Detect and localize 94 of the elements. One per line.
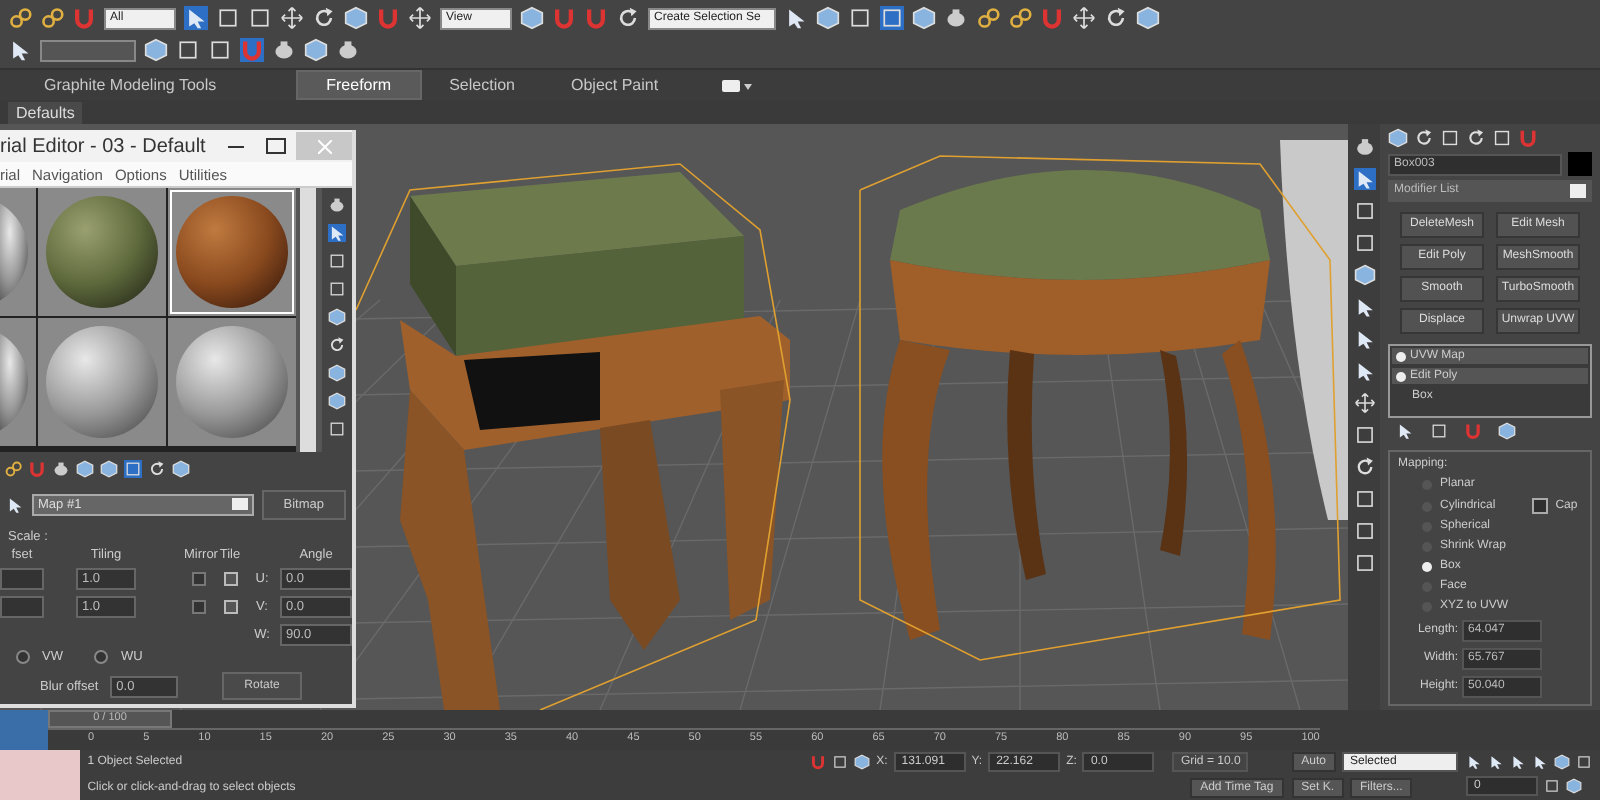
cube-icon[interactable] xyxy=(816,6,840,30)
square-icon[interactable] xyxy=(328,279,346,298)
teapot-icon[interactable] xyxy=(944,6,968,30)
cursor-icon[interactable] xyxy=(1353,360,1375,382)
link-icon[interactable] xyxy=(4,460,22,479)
ribbon-tab[interactable]: Freeform xyxy=(296,70,422,100)
cube-icon[interactable] xyxy=(520,6,544,30)
rotate-icon[interactable] xyxy=(328,335,346,354)
cursor-icon[interactable] xyxy=(6,496,24,515)
cursor-icon[interactable] xyxy=(184,6,208,30)
cube-icon[interactable] xyxy=(1498,422,1516,440)
material-sphere[interactable] xyxy=(176,195,288,308)
rotate-icon[interactable] xyxy=(312,6,336,30)
stool-drawing[interactable] xyxy=(1280,140,1348,520)
link-icon[interactable] xyxy=(976,6,1000,30)
checkbox[interactable] xyxy=(191,600,205,615)
rotate-icon[interactable] xyxy=(1466,128,1486,148)
teapot-icon[interactable] xyxy=(1353,136,1375,158)
move-icon[interactable] xyxy=(1353,392,1375,414)
stool-drawing[interactable] xyxy=(400,172,790,710)
radio-button[interactable] xyxy=(16,650,30,665)
cube-icon[interactable] xyxy=(328,307,346,326)
square-icon[interactable] xyxy=(1353,232,1375,254)
ribbon-tab[interactable]: Selection xyxy=(421,70,543,100)
square-icon[interactable] xyxy=(1576,753,1592,770)
teapot-icon[interactable] xyxy=(52,460,70,479)
cursor-icon[interactable] xyxy=(1353,296,1375,318)
square-icon[interactable] xyxy=(1353,552,1375,574)
rotate-icon[interactable] xyxy=(1104,6,1128,30)
square-icon[interactable] xyxy=(124,460,142,479)
window-title: rial Editor - 03 - Default xyxy=(0,135,206,158)
scrollbar[interactable] xyxy=(300,187,316,453)
square-icon[interactable] xyxy=(1353,200,1375,222)
cursor-icon[interactable] xyxy=(1353,168,1375,190)
cube-icon[interactable] xyxy=(912,6,936,30)
title-bar[interactable]: rial Editor - 03 - Default xyxy=(0,130,352,163)
square-icon[interactable] xyxy=(1353,520,1375,542)
square-icon[interactable] xyxy=(880,6,904,30)
ribbon-tab[interactable]: Object Paint xyxy=(543,70,687,100)
material-sphere[interactable] xyxy=(46,325,158,438)
teapot-icon[interactable] xyxy=(336,38,360,62)
cube-icon[interactable] xyxy=(172,460,190,479)
checkbox[interactable] xyxy=(223,600,237,615)
square-icon[interactable] xyxy=(176,38,200,62)
link-icon[interactable] xyxy=(40,6,64,30)
cube-icon[interactable] xyxy=(304,38,328,62)
cursor-icon[interactable] xyxy=(1353,328,1375,350)
object-color-swatch[interactable] xyxy=(1568,152,1592,176)
teapot-icon[interactable] xyxy=(328,195,346,214)
cube-icon[interactable] xyxy=(1388,128,1408,148)
square-icon[interactable] xyxy=(328,419,346,438)
move-icon[interactable] xyxy=(408,6,432,30)
radio-button[interactable] xyxy=(1422,562,1432,572)
square-icon[interactable] xyxy=(328,251,346,270)
checkbox[interactable] xyxy=(191,572,205,587)
rotate-icon[interactable] xyxy=(148,460,166,479)
cube-icon[interactable] xyxy=(1353,264,1375,286)
rotate-icon[interactable] xyxy=(1353,456,1375,478)
ribbon-panel-label: Defaults xyxy=(8,101,83,123)
number-field[interactable] xyxy=(0,596,44,619)
square-icon[interactable] xyxy=(1353,488,1375,510)
cursor-icon[interactable] xyxy=(784,6,808,30)
cube-icon[interactable] xyxy=(344,6,368,30)
square-icon[interactable] xyxy=(248,6,272,30)
link-icon[interactable] xyxy=(1008,6,1032,30)
teapot-icon[interactable] xyxy=(272,38,296,62)
cursor-icon[interactable] xyxy=(328,223,346,242)
cube-icon[interactable] xyxy=(854,754,871,771)
number-field[interactable] xyxy=(0,568,44,591)
square-icon[interactable] xyxy=(1544,778,1560,795)
checkbox[interactable] xyxy=(223,572,237,587)
move-icon[interactable] xyxy=(1072,6,1096,30)
square-icon[interactable] xyxy=(216,6,240,30)
radio-button[interactable] xyxy=(94,650,109,665)
move-icon[interactable] xyxy=(280,6,304,30)
square-icon[interactable] xyxy=(1492,128,1512,148)
cube-icon[interactable] xyxy=(1136,6,1160,30)
square-icon[interactable] xyxy=(1430,422,1448,440)
cursor-icon[interactable] xyxy=(1396,422,1414,440)
rotate-icon[interactable] xyxy=(616,6,640,30)
material-sphere[interactable] xyxy=(46,195,158,308)
checkbox[interactable] xyxy=(1531,498,1548,514)
square-icon[interactable] xyxy=(832,754,849,771)
dropdown-icon[interactable] xyxy=(722,77,755,93)
material-sphere[interactable] xyxy=(176,325,288,438)
square-icon[interactable] xyxy=(848,6,872,30)
cursor-icon[interactable] xyxy=(8,38,32,62)
square-icon[interactable] xyxy=(1353,424,1375,446)
square-icon[interactable] xyxy=(1440,128,1460,148)
cube-icon[interactable] xyxy=(144,38,168,62)
square-icon[interactable] xyxy=(208,38,232,62)
link-icon[interactable] xyxy=(8,6,32,30)
ribbon-tab[interactable]: Graphite Modeling Tools xyxy=(16,70,297,100)
rotate-icon[interactable] xyxy=(1414,128,1434,148)
